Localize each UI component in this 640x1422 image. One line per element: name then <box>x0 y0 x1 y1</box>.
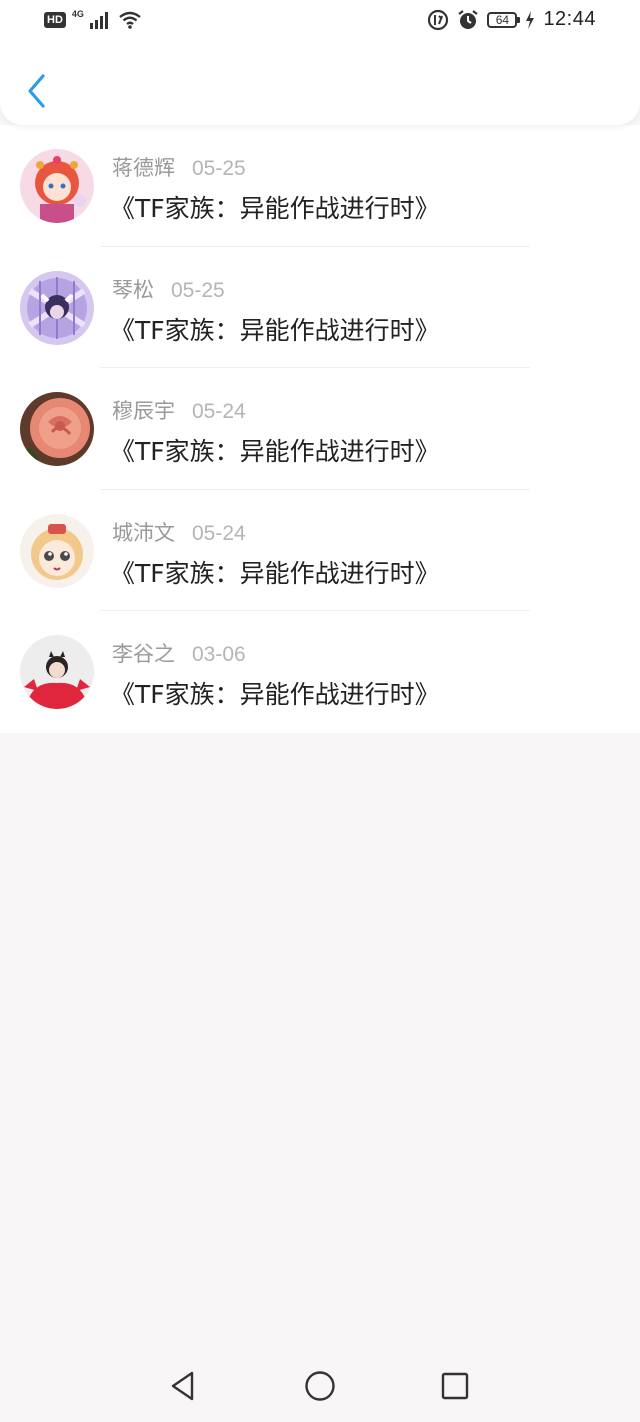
date: 05-24 <box>192 521 246 545</box>
user-name[interactable]: 李谷之 <box>112 638 175 668</box>
avatar[interactable] <box>20 513 94 588</box>
signal-icon <box>89 12 108 29</box>
item-meta: 琴松 05-25 <box>112 274 225 304</box>
status-time: 12:44 <box>543 8 596 30</box>
top-bar: HD 4G 64 12:44 <box>0 0 640 125</box>
avatar[interactable] <box>20 635 94 709</box>
date: 05-25 <box>171 278 225 302</box>
system-nav-bar <box>0 1350 640 1422</box>
date: 05-24 <box>192 400 246 423</box>
data-saver-icon <box>428 9 449 30</box>
list-item[interactable]: 琴松 05-25 《TF家族：异能作战进行时》 <box>0 247 640 368</box>
user-name[interactable]: 穆辰宇 <box>112 395 175 425</box>
item-meta: 李谷之 03-06 <box>112 638 246 668</box>
item-meta: 城沛文 05-24 <box>112 517 246 547</box>
hd-badge: HD <box>44 12 66 28</box>
avatar[interactable] <box>20 270 94 345</box>
item-meta: 蒋德辉 05-25 <box>112 152 246 182</box>
item-title: 《TF家族：异能作战进行时》 <box>110 194 440 223</box>
date: 05-25 <box>192 157 246 180</box>
avatar[interactable] <box>20 392 94 466</box>
status-right: 64 12:44 <box>427 8 596 31</box>
date: 03-06 <box>192 643 246 666</box>
nav-back-button[interactable] <box>165 1368 201 1404</box>
item-title: 《TF家族：异能作战进行时》 <box>110 315 440 345</box>
list-item[interactable]: 城沛文 05-24 《TF家族：异能作战进行时》 <box>0 490 640 611</box>
network-type: 4G <box>71 9 84 19</box>
chevron-left-icon <box>28 74 45 108</box>
status-bar: HD 4G 64 12:44 <box>0 0 640 44</box>
list-item[interactable]: 穆辰宇 05-24 《TF家族：异能作战进行时》 <box>0 368 640 490</box>
back-button[interactable] <box>20 70 52 112</box>
wifi-icon <box>119 11 141 29</box>
user-name[interactable]: 琴松 <box>112 274 154 304</box>
recents-square-icon <box>441 1372 469 1400</box>
user-name[interactable]: 蒋德辉 <box>112 152 175 182</box>
nav-home-button[interactable] <box>302 1368 338 1404</box>
screen: HD 4G 64 12:44 蒋德辉 05-25 《TF家族：异能作战进行时》 … <box>0 0 640 1422</box>
comment-list: 蒋德辉 05-25 《TF家族：异能作战进行时》 琴松 05-25 《TF家族：… <box>0 125 640 733</box>
battery-icon: 64 <box>487 11 521 28</box>
item-title: 《TF家族：异能作战进行时》 <box>110 437 440 466</box>
status-left: HD 4G <box>44 9 142 30</box>
user-name[interactable]: 城沛文 <box>112 517 175 547</box>
nav-recents-button[interactable] <box>437 1368 473 1404</box>
item-title: 《TF家族：异能作战进行时》 <box>110 558 440 588</box>
charging-icon <box>526 10 535 29</box>
item-meta: 穆辰宇 05-24 <box>112 395 246 425</box>
item-title: 《TF家族：异能作战进行时》 <box>110 680 440 709</box>
avatar[interactable] <box>20 149 94 223</box>
list-item[interactable]: 李谷之 03-06 《TF家族：异能作战进行时》 <box>0 611 640 733</box>
list-item[interactable]: 蒋德辉 05-25 《TF家族：异能作战进行时》 <box>0 125 640 247</box>
back-triangle-icon <box>171 1371 194 1401</box>
alarm-icon <box>458 9 479 29</box>
home-circle-icon <box>305 1371 335 1401</box>
